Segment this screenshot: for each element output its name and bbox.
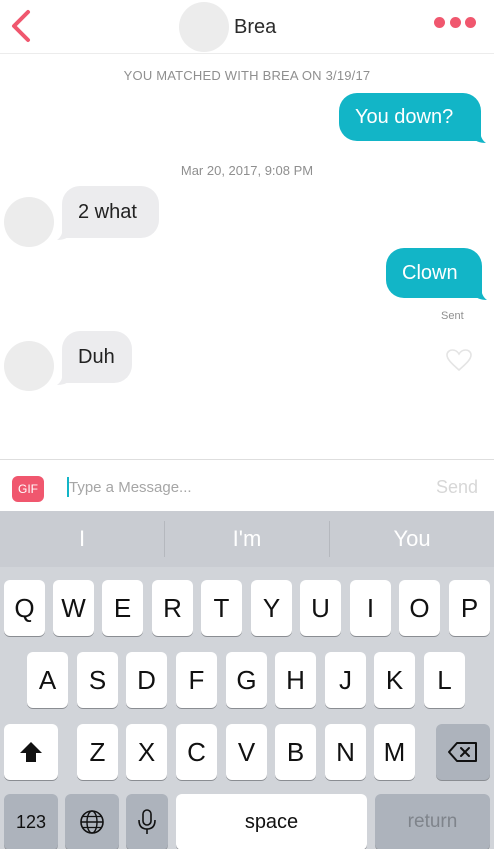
key-j[interactable]: J	[325, 652, 366, 708]
key-p[interactable]: P	[449, 580, 490, 636]
text-cursor	[67, 477, 69, 497]
avatar[interactable]	[4, 197, 54, 247]
match-avatar[interactable]	[179, 2, 229, 52]
key-b[interactable]: B	[275, 724, 316, 780]
key-y[interactable]: Y	[251, 580, 292, 636]
onscreen-keyboard: I I'm You Q W E R T Y U I O P A S D F G …	[0, 511, 494, 849]
key-g[interactable]: G	[226, 652, 267, 708]
bubble-tail	[473, 286, 487, 300]
heart-outline-icon	[446, 349, 472, 372]
matched-notice: YOU MATCHED WITH BREA ON 3/19/17	[123, 68, 371, 83]
key-l[interactable]: L	[424, 652, 465, 708]
shift-key[interactable]	[4, 724, 58, 780]
key-x[interactable]: X	[126, 724, 167, 780]
message-text: 2 what	[78, 200, 137, 223]
space-key[interactable]: space	[176, 794, 367, 849]
chevron-left-icon	[12, 10, 30, 42]
outgoing-message[interactable]: Clown	[386, 248, 482, 298]
message-text: Clown	[402, 261, 458, 284]
outgoing-message[interactable]: You down?	[339, 93, 481, 141]
suggestion-2[interactable]: I'm	[165, 511, 329, 567]
key-a[interactable]: A	[27, 652, 68, 708]
key-n[interactable]: N	[325, 724, 366, 780]
key-m[interactable]: M	[374, 724, 415, 780]
bubble-tail	[57, 226, 71, 240]
microphone-icon	[138, 809, 156, 834]
avatar[interactable]	[4, 341, 54, 391]
dictation-key[interactable]	[126, 794, 168, 849]
key-q[interactable]: Q	[4, 580, 45, 636]
globe-icon	[80, 810, 104, 834]
suggestion-1[interactable]: I	[0, 511, 164, 567]
chat-header: Brea	[0, 0, 494, 54]
backspace-icon	[448, 742, 477, 762]
gif-button[interactable]: GIF	[12, 476, 44, 502]
key-e[interactable]: E	[102, 580, 143, 636]
key-u[interactable]: U	[300, 580, 341, 636]
back-button[interactable]	[8, 8, 42, 44]
suggestion-bar: I I'm You	[0, 511, 494, 567]
incoming-message[interactable]: Duh	[62, 331, 132, 383]
more-dots-icon	[434, 17, 445, 28]
suggestion-3[interactable]: You	[330, 511, 494, 567]
key-z[interactable]: Z	[77, 724, 118, 780]
key-h[interactable]: H	[275, 652, 316, 708]
shift-arrow-icon	[20, 742, 42, 762]
match-name[interactable]: Brea	[234, 16, 276, 39]
key-v[interactable]: V	[226, 724, 267, 780]
key-o[interactable]: O	[399, 580, 440, 636]
more-dots-icon	[449, 17, 461, 28]
message-text: You down?	[355, 105, 454, 128]
key-f[interactable]: F	[176, 652, 217, 708]
key-s[interactable]: S	[77, 652, 118, 708]
message-composer: GIF Send	[0, 459, 494, 511]
message-input[interactable]	[66, 474, 406, 500]
like-message-button[interactable]	[445, 348, 473, 372]
message-list[interactable]: YOU MATCHED WITH BREA ON 3/19/17 You dow…	[0, 55, 494, 458]
send-button[interactable]: Send	[436, 477, 478, 498]
more-options-button[interactable]	[434, 17, 476, 31]
numbers-key[interactable]: 123	[4, 794, 58, 849]
key-i[interactable]: I	[350, 580, 391, 636]
key-w[interactable]: W	[53, 580, 94, 636]
key-c[interactable]: C	[176, 724, 217, 780]
message-text: Duh	[78, 345, 115, 368]
sent-status: Sent	[441, 310, 464, 322]
key-k[interactable]: K	[374, 652, 415, 708]
key-r[interactable]: R	[152, 580, 193, 636]
bubble-tail	[57, 371, 71, 385]
more-dots-icon	[465, 17, 476, 28]
globe-key[interactable]	[65, 794, 119, 849]
key-t[interactable]: T	[201, 580, 242, 636]
key-d[interactable]: D	[126, 652, 167, 708]
bubble-tail	[472, 129, 486, 143]
message-timestamp: Mar 20, 2017, 9:08 PM	[180, 163, 314, 178]
backspace-key[interactable]	[436, 724, 490, 780]
incoming-message[interactable]: 2 what	[62, 186, 159, 238]
return-key[interactable]: return	[375, 794, 490, 849]
